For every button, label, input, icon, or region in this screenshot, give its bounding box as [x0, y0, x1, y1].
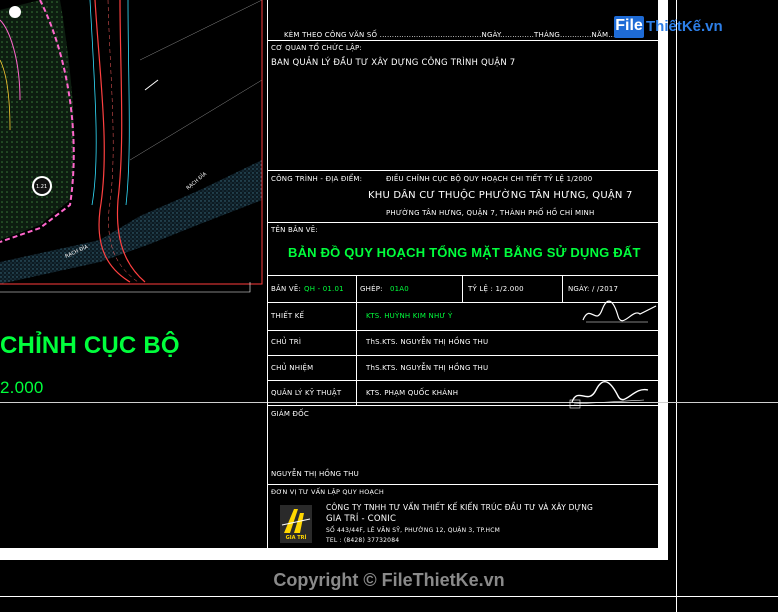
ban-ve-label: BẢN VẼ:: [271, 285, 302, 293]
signature-technical: [569, 381, 649, 409]
staff-name-1: ThS.KTS. NGUYỄN THỊ HỒNG THU: [366, 338, 489, 346]
outer-frame-bottom: [0, 596, 778, 597]
left-title-partial: CHỈNH CỤC BỘ: [0, 332, 180, 359]
ghep-label: GHÉP:: [360, 285, 383, 293]
project-line-1: ĐIỀU CHỈNH CỤC BỘ QUY HOẠCH CHI TIẾT TỶ …: [386, 175, 593, 183]
date-value: NGÀY: / /2017: [568, 285, 619, 293]
staff-role-1: CHỦ TRÌ: [271, 338, 302, 346]
company-phone: TEL : (8428) 37732084: [326, 537, 400, 544]
consultant-label: ĐƠN VỊ TƯ VẤN LẬP QUY HOẠCH: [271, 488, 385, 496]
director-label: GIÁM ĐỐC: [271, 410, 309, 418]
sheet-bottom-border: [0, 548, 668, 560]
staff-name-3: KTS. PHẠM QUỐC KHÁNH: [366, 389, 459, 397]
ban-ve-value: QH - 01.01: [304, 285, 344, 293]
ghep-value: 01A0: [390, 285, 409, 293]
company-logo-text: GIA TRÍ: [285, 535, 307, 541]
project-line-3: PHƯỜNG TÂN HƯNG, QUẬN 7, THÀNH PHỐ HỒ CH…: [386, 209, 595, 217]
staff-role-2: CHỦ NHIỆM: [271, 364, 314, 372]
lot-label: 1.21: [36, 184, 47, 190]
outer-frame-right: [676, 0, 677, 612]
logo-initial: File: [615, 17, 643, 34]
company-logo: GIA TRÍ: [280, 505, 312, 543]
agency-value: BAN QUẢN LÝ ĐẦU TƯ XÂY DỰNG CÔNG TRÌNH Q…: [271, 58, 516, 68]
drawing-title: BẢN ĐỒ QUY HOẠCH TỔNG MẶT BẰNG SỬ DỤNG Đ…: [288, 245, 641, 260]
company-address: SỐ 443/44F, LÊ VĂN SỸ, PHƯỜNG 12, QUẬN 3…: [326, 527, 500, 534]
scale-value: TỶ LỆ : 1/2.000: [468, 285, 524, 293]
company-name-1: CÔNG TY TNHH TƯ VẤN THIẾT KẾ KIẾN TRÚC Đ…: [326, 503, 594, 512]
staff-name-2: ThS.KTS. NGUYỄN THỊ HỒNG THU: [366, 364, 489, 372]
drawing-label: TÊN BẢN VẼ:: [271, 226, 318, 234]
title-block: KÈM THEO CÔNG VĂN SỐ ...................…: [267, 0, 659, 548]
staff-name-0: KTS. HUỲNH KIM NHƯ Ý: [366, 312, 453, 320]
project-line-2: KHU DÂN CƯ THUỘC PHƯỜNG TÂN HƯNG, QUẬN 7: [368, 190, 633, 201]
filethietke-logo[interactable]: File ThiếtKế.vn: [614, 14, 750, 40]
agency-label: CƠ QUAN TỔ CHỨC LẬP:: [271, 44, 362, 52]
sheet-right-border: [658, 0, 668, 560]
project-label: CÔNG TRÌNH - ĐỊA ĐIỂM:: [271, 175, 363, 183]
staff-role-3: QUẢN LÝ KỸ THUẬT: [271, 389, 342, 397]
copyright-text: Copyright © FileThietKe.vn: [273, 570, 505, 590]
director-name: NGUYỄN THỊ HỒNG THU: [271, 470, 359, 478]
staff-role-0: THIẾT KẾ: [271, 312, 305, 320]
company-name-2: GIA TRÍ - CONIC: [326, 514, 397, 524]
signature-design: [582, 300, 657, 323]
logo-rest: ThiếtKế.vn: [646, 18, 723, 35]
left-scale-partial: 2.000: [0, 378, 44, 397]
ref-line: KÈM THEO CÔNG VĂN SỐ ...................…: [284, 31, 640, 39]
cad-map-drawing: RẠCH ĐỈA RẠCH ĐỈA 1.21: [0, 0, 263, 293]
